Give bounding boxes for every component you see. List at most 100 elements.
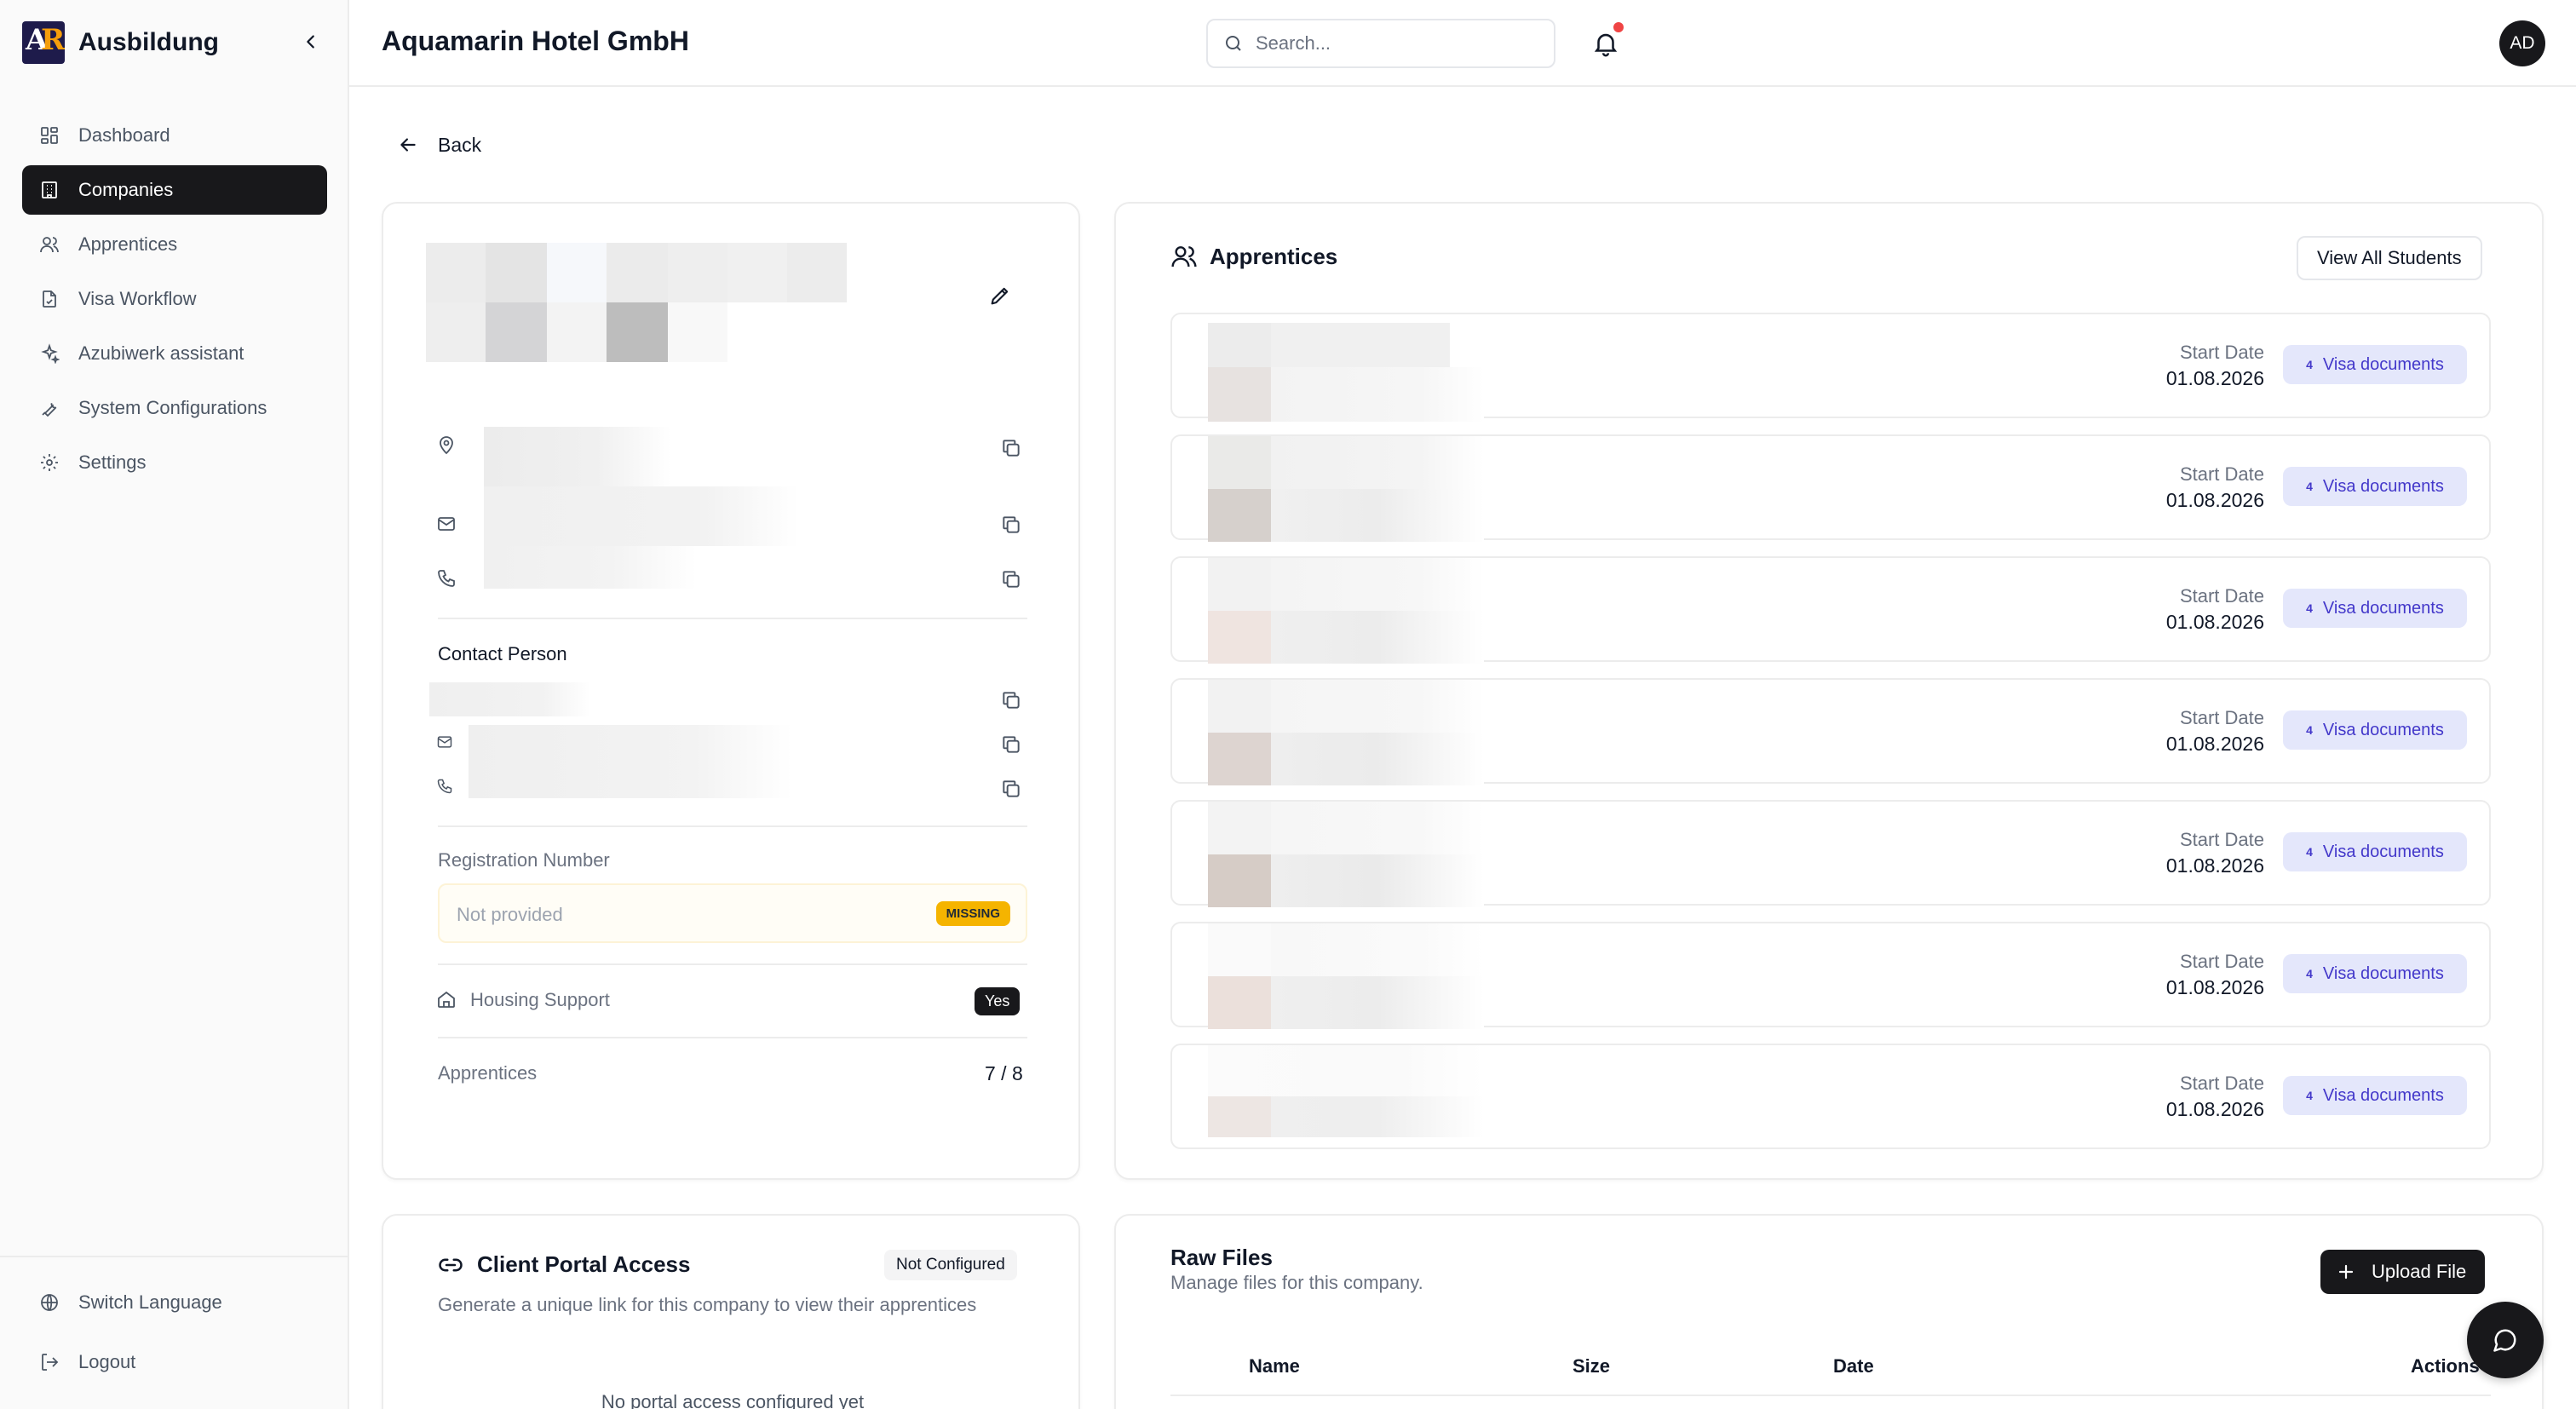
column-header-name[interactable]: Name (1249, 1355, 1300, 1377)
apprentice-row[interactable]: Start Date 01.08.2026 4 Visa documents (1170, 678, 2491, 785)
column-header-size[interactable]: Size (1573, 1355, 1610, 1377)
start-date-value: 01.08.2026 (2165, 489, 2264, 511)
sidebar-item-switch-language[interactable]: Switch Language (22, 1278, 327, 1327)
sidebar-item-label: Dashboard (78, 124, 170, 146)
visa-label: Visa documents (2322, 720, 2444, 739)
brand[interactable]: AR Ausbildung (22, 19, 219, 66)
visa-documents-badge[interactable]: 4 Visa documents (2283, 954, 2467, 993)
copy-address-icon[interactable] (1000, 437, 1022, 459)
housing-label: Housing Support (470, 989, 610, 1010)
start-date-value: 01.08.2026 (2165, 611, 2264, 633)
avatar[interactable]: AD (2499, 20, 2545, 66)
visa-count: 4 (2306, 967, 2313, 981)
notification-dot (1613, 22, 1624, 32)
visa-documents-badge[interactable]: 4 Visa documents (2283, 710, 2467, 750)
table-header-divider (1170, 1395, 2491, 1396)
phone-redacted (484, 546, 697, 589)
apprentice-redacted (1208, 923, 1489, 1029)
visa-documents-badge[interactable]: 4 Visa documents (2283, 467, 2467, 506)
start-date-value: 01.08.2026 (2165, 367, 2264, 389)
page-title: Aquamarin Hotel GmbH (382, 26, 689, 56)
logout-icon (42, 1354, 59, 1371)
start-date-label: Start Date (2179, 829, 2264, 850)
plus-icon (2338, 1264, 2354, 1280)
apprentice-redacted (1208, 323, 1489, 428)
visa-label: Visa documents (2322, 476, 2444, 496)
view-all-students-button[interactable]: View All Students (2297, 236, 2482, 280)
contact-name-redacted (429, 682, 591, 716)
portal-status-badge: Not Configured (884, 1250, 1017, 1280)
apprentice-redacted (1208, 680, 1489, 785)
search-box[interactable] (1206, 19, 1555, 68)
file-check-icon (43, 290, 56, 308)
upload-file-button[interactable]: Upload File (2320, 1250, 2486, 1294)
start-date-label: Start Date (2179, 951, 2264, 972)
registration-field[interactable]: Not provided MISSING (438, 883, 1027, 943)
copy-phone-icon[interactable] (1000, 568, 1022, 590)
sidebar-item-logout[interactable]: Logout (22, 1337, 327, 1387)
apprentices-count-value: 7 / 8 (985, 1062, 1023, 1084)
copy-email-icon[interactable] (1000, 514, 1022, 536)
raw-files-card: Raw Files Manage files for this company.… (1114, 1214, 2544, 1409)
sidebar-item-settings[interactable]: Settings (22, 438, 327, 487)
apprentice-redacted (1208, 436, 1489, 542)
start-date-label: Start Date (2179, 463, 2264, 485)
visa-documents-badge[interactable]: 4 Visa documents (2283, 589, 2467, 628)
sidebar-item-label: Azubiwerk assistant (78, 342, 244, 364)
copy-contact-email-icon[interactable] (1000, 733, 1022, 756)
apprentice-row[interactable]: Start Date 01.08.2026 4 Visa documents (1170, 922, 2491, 1029)
pencil-icon[interactable] (988, 284, 1012, 308)
sidebar-item-system-configurations[interactable]: System Configurations (22, 383, 327, 433)
visa-count: 4 (2306, 601, 2313, 615)
phone-icon (437, 779, 452, 794)
globe-icon (41, 1294, 58, 1311)
brand-logo: AR (22, 21, 65, 64)
start-date-label: Start Date (2179, 585, 2264, 607)
mail-icon (438, 517, 455, 531)
link-icon (439, 1258, 463, 1271)
chat-button[interactable] (2467, 1302, 2544, 1378)
users-icon (40, 237, 59, 253)
start-date-value: 01.08.2026 (2165, 1098, 2264, 1120)
start-date-value: 01.08.2026 (2165, 733, 2264, 755)
bell-icon[interactable] (1591, 29, 1620, 58)
sidebar-item-companies[interactable]: Companies (22, 165, 327, 215)
apprentice-row[interactable]: Start Date 01.08.2026 4 Visa documents (1170, 1044, 2491, 1149)
apprentice-redacted (1208, 558, 1489, 664)
apprentice-row[interactable]: Start Date 01.08.2026 4 Visa documents (1170, 556, 2491, 664)
company-logo-redacted (426, 243, 847, 362)
divider (438, 825, 1027, 827)
back-button[interactable]: Back (397, 128, 481, 162)
sidebar-item-label: System Configurations (78, 397, 267, 418)
chat-icon (2493, 1329, 2516, 1352)
sidebar-item-apprentices[interactable]: Apprentices (22, 220, 327, 269)
dashboard-icon (41, 127, 58, 144)
apprentice-row[interactable]: Start Date 01.08.2026 4 Visa documents (1170, 313, 2491, 422)
visa-label: Visa documents (2322, 1085, 2444, 1105)
apprentice-row[interactable]: Start Date 01.08.2026 4 Visa documents (1170, 434, 2491, 542)
visa-count: 4 (2306, 1089, 2313, 1102)
divider (438, 963, 1027, 965)
search-input[interactable] (1256, 32, 1528, 55)
visa-documents-badge[interactable]: 4 Visa documents (2283, 832, 2467, 871)
column-header-date[interactable]: Date (1833, 1355, 1874, 1377)
visa-documents-badge[interactable]: 4 Visa documents (2283, 1076, 2467, 1115)
sidebar-item-label: Switch Language (78, 1291, 222, 1313)
copy-contact-name-icon[interactable] (1000, 689, 1022, 711)
start-date-value: 01.08.2026 (2165, 854, 2264, 877)
visa-label: Visa documents (2322, 598, 2444, 618)
divider (438, 1037, 1027, 1038)
registration-placeholder: Not provided (457, 904, 563, 925)
visa-documents-badge[interactable]: 4 Visa documents (2283, 345, 2467, 384)
chevron-left-icon (307, 35, 314, 49)
home-icon (438, 991, 455, 1008)
collapse-sidebar-button[interactable] (298, 29, 324, 55)
arrow-left-icon (400, 138, 416, 152)
copy-contact-phone-icon[interactable] (1000, 778, 1022, 800)
contact-person-label: Contact Person (438, 643, 567, 664)
visa-label: Visa documents (2322, 842, 2444, 861)
sidebar-item-dashboard[interactable]: Dashboard (22, 111, 327, 160)
apprentice-row[interactable]: Start Date 01.08.2026 4 Visa documents (1170, 800, 2491, 907)
sidebar-item-visa-workflow[interactable]: Visa Workflow (22, 274, 327, 324)
sidebar-item-azubiwerk-assistant[interactable]: Azubiwerk assistant (22, 329, 327, 378)
